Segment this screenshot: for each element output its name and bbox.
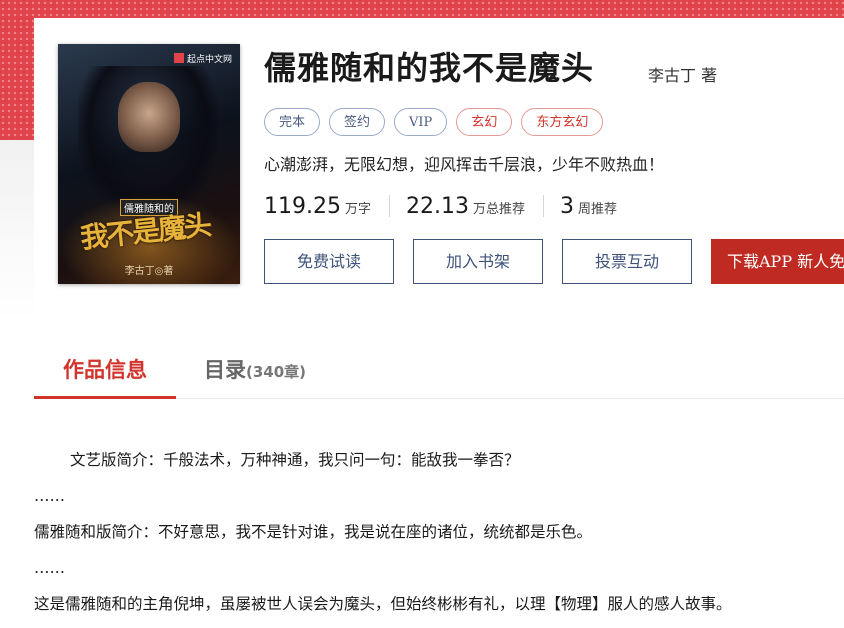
stat-divider bbox=[543, 195, 544, 217]
add-to-shelf-button[interactable]: 加入书架 bbox=[413, 239, 543, 284]
stat-value: 3 bbox=[560, 193, 574, 219]
cover-logo-text: 起点中文网 bbox=[186, 55, 232, 65]
tag-status: 完本 bbox=[264, 108, 321, 136]
description-paragraph: 儒雅随和版简介：不好意思，我不是针对谁，我是说在座的诸位，统统都是乐色。 bbox=[34, 523, 593, 541]
book-title: 儒雅随和的我不是魔头 bbox=[264, 49, 595, 87]
tag-vip: VIP bbox=[394, 108, 448, 136]
stat-week-recommend: 3 周推荐 bbox=[560, 194, 617, 219]
book-stats: 119.25 万字 22.13 万总推荐 3 周推荐 bbox=[264, 190, 617, 222]
book-intro: 心潮澎湃，无限幻想，迎风挥击千层浪，少年不败热血！ bbox=[264, 155, 665, 174]
tab-catalog-label: 目录 bbox=[204, 358, 246, 382]
tab-book-info[interactable]: 作品信息 bbox=[34, 352, 176, 399]
stat-total-recommend: 22.13 万总推荐 bbox=[406, 194, 525, 219]
stat-word-count: 119.25 万字 bbox=[264, 194, 371, 219]
download-app-button[interactable]: 下载APP 新人免 bbox=[711, 239, 844, 284]
description-paragraph: 文艺版简介：千般法术，万种神通，我只问一句：能敌我一拳否？ bbox=[70, 451, 520, 469]
book-author[interactable]: 李古丁 著 bbox=[648, 62, 717, 86]
tag-signed: 签约 bbox=[329, 108, 386, 136]
tag-genre[interactable]: 玄幻 bbox=[456, 108, 513, 136]
free-read-button[interactable]: 免费试读 bbox=[264, 239, 394, 284]
tag-list: 完本 签约 VIP 玄幻 东方玄幻 bbox=[264, 108, 612, 138]
description-paragraph: 这是儒雅随和的主角倪坤，虽屡被世人误会为魔头，但始终彬彬有礼，以理【物理】服人的… bbox=[34, 595, 732, 613]
side-decoration bbox=[0, 0, 34, 140]
stat-divider bbox=[389, 195, 390, 217]
stat-unit: 周推荐 bbox=[578, 201, 618, 217]
cover-art-face bbox=[118, 82, 180, 152]
description-ellipsis: …… bbox=[34, 487, 65, 505]
book-cover[interactable]: 起点中文网 儒雅随和的 我不是魔头 李古丁◎著 bbox=[58, 44, 240, 284]
stat-unit: 万总推荐 bbox=[472, 201, 525, 217]
tab-catalog[interactable]: 目录(340章) bbox=[204, 352, 306, 396]
side-fade bbox=[0, 140, 34, 320]
stat-unit: 万字 bbox=[344, 201, 371, 217]
tag-subgenre[interactable]: 东方玄幻 bbox=[521, 108, 604, 136]
stat-value: 22.13 bbox=[406, 193, 469, 219]
vote-button[interactable]: 投票互动 bbox=[562, 239, 692, 284]
header-decoration bbox=[0, 0, 844, 18]
stat-value: 119.25 bbox=[264, 193, 341, 219]
cover-logo-icon bbox=[173, 53, 184, 63]
cover-logo: 起点中文网 bbox=[173, 52, 232, 65]
cover-author: 李古丁◎著 bbox=[124, 266, 174, 277]
description-ellipsis: …… bbox=[34, 559, 65, 577]
book-description: 文艺版简介：千般法术，万种神通，我只问一句：能敌我一拳否？ …… 儒雅随和版简介… bbox=[34, 448, 844, 628]
chapter-count: (340章) bbox=[246, 363, 307, 381]
content-tabs: 作品信息 目录(340章) bbox=[34, 352, 844, 399]
